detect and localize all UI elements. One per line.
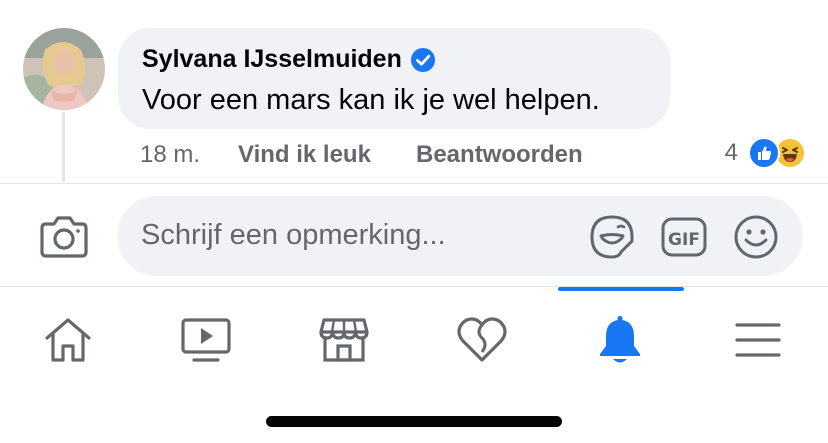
like-reaction-icon xyxy=(748,137,780,169)
tab-dating[interactable] xyxy=(452,312,512,368)
reaction-summary[interactable]: 4 xyxy=(725,135,806,171)
comment-text: Voor een mars kan ik je wel helpen. xyxy=(142,84,600,116)
menu-hamburger-icon xyxy=(735,323,781,357)
like-button[interactable]: Vind ik leuk xyxy=(238,141,416,169)
comment-bubble: Sylvana IJsselmuiden Voor een mars kan i… xyxy=(118,28,670,129)
comment-composer: Schrijf een opmerking... GIF xyxy=(0,183,828,287)
tab-menu[interactable] xyxy=(728,312,788,368)
marketplace-shop-icon xyxy=(319,318,369,362)
reply-button[interactable]: Beantwoorden xyxy=(416,141,583,169)
tab-marketplace[interactable] xyxy=(314,312,374,368)
sticker-icon[interactable] xyxy=(589,214,635,260)
home-indicator[interactable] xyxy=(266,416,562,427)
camera-icon[interactable] xyxy=(40,214,88,258)
author-name[interactable]: Sylvana IJsselmuiden xyxy=(142,45,402,74)
bottom-tab-bar xyxy=(0,292,828,388)
tab-home[interactable] xyxy=(38,312,98,368)
avatar-image xyxy=(23,28,105,110)
active-tab-indicator xyxy=(558,287,684,291)
gif-icon[interactable]: GIF xyxy=(661,216,707,258)
emoji-icon[interactable] xyxy=(733,214,779,260)
avatar[interactable] xyxy=(23,28,105,110)
comment-input-placeholder: Schrijf een opmerking... xyxy=(141,219,446,251)
dating-heart-icon xyxy=(457,317,507,362)
reaction-count: 4 xyxy=(724,139,738,166)
verified-badge-icon xyxy=(410,47,436,73)
notifications-bell-icon xyxy=(600,316,640,363)
thread-line xyxy=(62,112,65,182)
comment-timestamp: 18 m. xyxy=(140,141,201,168)
tab-notifications[interactable] xyxy=(590,312,650,368)
gif-label: GIF xyxy=(668,230,700,250)
comment-input[interactable]: Schrijf een opmerking... GIF xyxy=(117,196,803,276)
tab-watch[interactable] xyxy=(176,312,236,368)
home-icon xyxy=(45,318,91,362)
comment-actions: 18 m. Vind ik leuk Beantwoorden xyxy=(140,140,583,170)
watch-video-icon xyxy=(181,318,231,362)
comment-author[interactable]: Sylvana IJsselmuiden xyxy=(142,45,436,74)
